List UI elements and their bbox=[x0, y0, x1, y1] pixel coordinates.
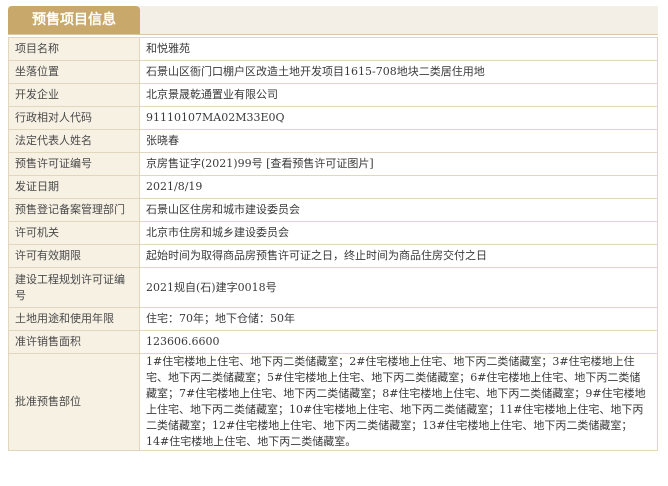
row-value-land-use: 住宅：70年；地下仓储：50年 bbox=[139, 307, 658, 331]
table-row: 开发企业 北京景晟乾通置业有限公司 bbox=[8, 83, 658, 107]
tab-presale-project-info[interactable]: 预售项目信息 bbox=[8, 6, 140, 34]
table-row: 批准预售部位 1#住宅楼地上住宅、地下丙二类储藏室；2#住宅楼地上住宅、地下丙二… bbox=[8, 353, 658, 451]
project-info-table: 项目名称 和悦雅苑 坐落位置 石景山区衙门口棚户区改造土地开发项目1615-70… bbox=[8, 37, 658, 451]
table-row: 准许销售面积 123606.6600 bbox=[8, 330, 658, 354]
row-value-legal-rep: 张晓春 bbox=[139, 129, 658, 153]
row-label-project-name: 项目名称 bbox=[8, 37, 140, 61]
row-label-location: 坐落位置 bbox=[8, 60, 140, 84]
row-label-sale-area: 准许销售面积 bbox=[8, 330, 140, 354]
section-tab-bar: 预售项目信息 bbox=[8, 6, 658, 35]
table-row: 项目名称 和悦雅苑 bbox=[8, 37, 658, 61]
row-value-sale-area: 123606.6600 bbox=[139, 330, 658, 354]
row-label-permit-number: 预售许可证编号 bbox=[8, 152, 140, 176]
row-value-project-name: 和悦雅苑 bbox=[139, 37, 658, 61]
row-label-legal-rep: 法定代表人姓名 bbox=[8, 129, 140, 153]
row-value-validity: 起始时间为取得商品房预售许可证之日，终止时间为商品住房交付之日 bbox=[139, 244, 658, 268]
row-value-permit-authority: 北京市住房和城乡建设委员会 bbox=[139, 221, 658, 245]
row-label-validity: 许可有效期限 bbox=[8, 244, 140, 268]
row-value-location: 石景山区衙门口棚户区改造土地开发项目1615-708地块二类居住用地 bbox=[139, 60, 658, 84]
row-value-issue-date: 2021/8/19 bbox=[139, 175, 658, 199]
row-label-planning-permit: 建设工程规划许可证编号 bbox=[8, 267, 140, 308]
row-label-permit-authority: 许可机关 bbox=[8, 221, 140, 245]
row-label-approved-parts: 批准预售部位 bbox=[8, 353, 140, 451]
table-row: 法定代表人姓名 张晓春 bbox=[8, 129, 658, 153]
table-row: 行政相对人代码 91110107MA02M33E0Q bbox=[8, 106, 658, 130]
table-row: 许可机关 北京市住房和城乡建设委员会 bbox=[8, 221, 658, 245]
row-label-developer: 开发企业 bbox=[8, 83, 140, 107]
table-row: 预售登记备案管理部门 石景山区住房和城市建设委员会 bbox=[8, 198, 658, 222]
table-row: 预售许可证编号 京房售证字(2021)99号 [查看预售许可证图片] bbox=[8, 152, 658, 176]
table-row: 发证日期 2021/8/19 bbox=[8, 175, 658, 199]
row-value-developer: 北京景晟乾通置业有限公司 bbox=[139, 83, 658, 107]
table-row: 坐落位置 石景山区衙门口棚户区改造土地开发项目1615-708地块二类居住用地 bbox=[8, 60, 658, 84]
row-label-admin-code: 行政相对人代码 bbox=[8, 106, 140, 130]
row-label-issue-date: 发证日期 bbox=[8, 175, 140, 199]
row-label-land-use: 土地用途和使用年限 bbox=[8, 307, 140, 331]
row-value-registration-dept: 石景山区住房和城市建设委员会 bbox=[139, 198, 658, 222]
table-row: 建设工程规划许可证编号 2021规自(石)建字0018号 bbox=[8, 267, 658, 308]
table-row: 土地用途和使用年限 住宅：70年；地下仓储：50年 bbox=[8, 307, 658, 331]
row-value-admin-code: 91110107MA02M33E0Q bbox=[139, 106, 658, 130]
row-label-registration-dept: 预售登记备案管理部门 bbox=[8, 198, 140, 222]
row-value-permit-number[interactable]: 京房售证字(2021)99号 [查看预售许可证图片] bbox=[139, 152, 658, 176]
row-value-planning-permit: 2021规自(石)建字0018号 bbox=[139, 267, 658, 308]
row-value-approved-parts: 1#住宅楼地上住宅、地下丙二类储藏室；2#住宅楼地上住宅、地下丙二类储藏室；3#… bbox=[139, 353, 658, 451]
table-row: 许可有效期限 起始时间为取得商品房预售许可证之日，终止时间为商品住房交付之日 bbox=[8, 244, 658, 268]
